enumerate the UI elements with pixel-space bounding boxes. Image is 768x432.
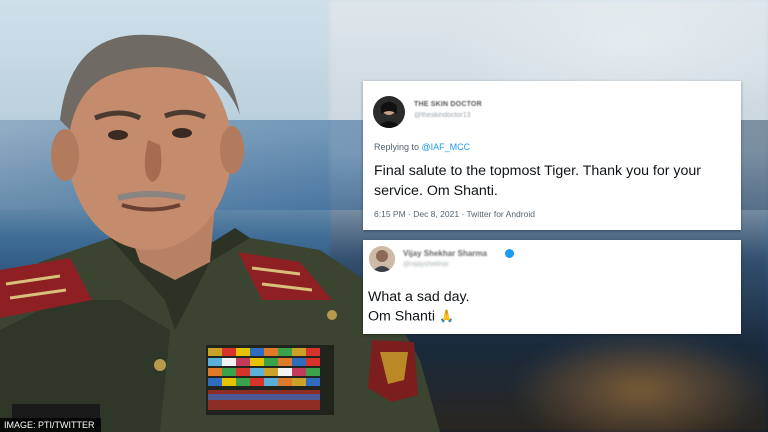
tweet-line: What a sad day. (368, 289, 470, 305)
tweet-author-handle[interactable]: @theskindoctor13 (414, 112, 471, 119)
tweet-timestamp[interactable]: 6:15 PM · Dec 8, 2021 · Twitter for Andr… (374, 209, 535, 219)
avatar-icon[interactable] (373, 96, 405, 128)
tweet-text: Final salute to the topmost Tiger. Thank… (374, 163, 702, 199)
tweet-author-handle[interactable]: @vijayshekhar (403, 261, 449, 268)
replying-to: Replying to @IAF_MCC (374, 142, 470, 152)
tweet-author-name[interactable]: Vijay Shekhar Sharma (403, 249, 487, 258)
verified-badge-icon (505, 249, 514, 258)
medal-ribbons (206, 345, 334, 415)
avatar-icon[interactable] (369, 246, 395, 272)
tweet-text: What a sad day. Om Shanti 🙏 (368, 288, 728, 326)
folded-hands-icon: 🙏 (438, 309, 454, 323)
tweet-author-name[interactable]: THE SKIN DOCTOR (414, 101, 482, 108)
tweet-line: Om Shanti (368, 308, 436, 325)
replying-prefix: Replying to (374, 142, 422, 152)
tweet-line-2: Om Shanti 🙏 (368, 307, 728, 326)
news-image: THE SKIN DOCTOR @theskindoctor13 Replyin… (0, 0, 768, 432)
tweet-card[interactable]: Vijay Shekhar Sharma @vijayshekhar What … (363, 240, 741, 334)
mention-link[interactable]: @IAF_MCC (422, 142, 471, 152)
background-blob (510, 330, 768, 432)
tweet-card[interactable]: THE SKIN DOCTOR @theskindoctor13 Replyin… (363, 81, 741, 230)
image-credit-caption: IMAGE: PTI/TWITTER (0, 418, 101, 432)
